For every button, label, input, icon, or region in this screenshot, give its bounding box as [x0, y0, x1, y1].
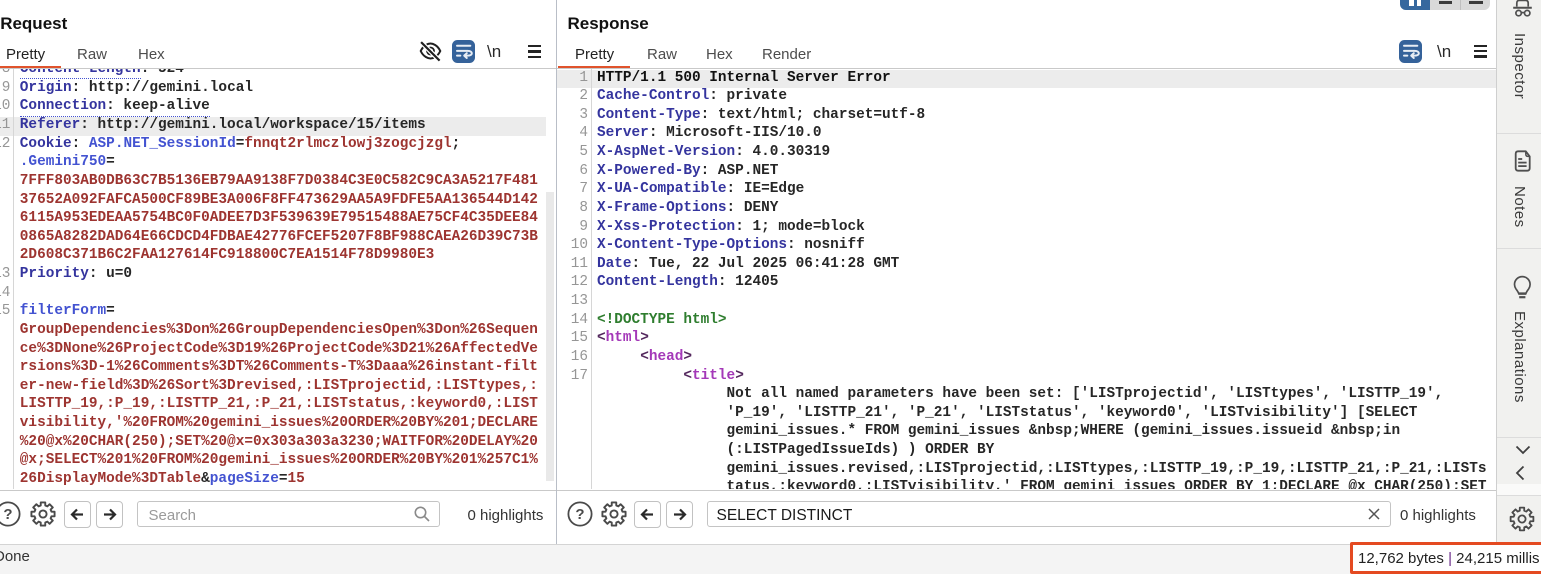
svg-text:?: ?	[3, 506, 12, 523]
svg-text:?: ?	[575, 506, 584, 523]
